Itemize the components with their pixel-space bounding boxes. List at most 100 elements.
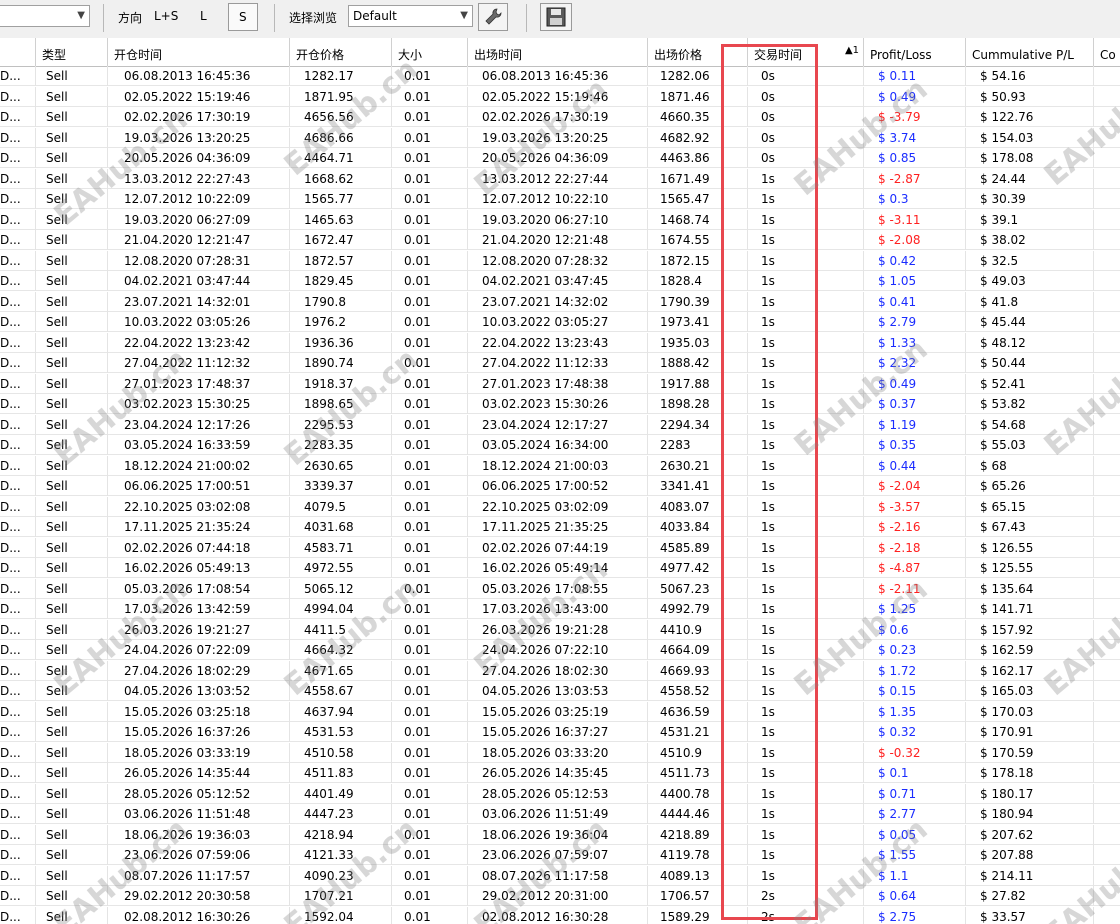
table-row[interactable]: D... Sell 03.05.2024 16:33:59 2283.35 0.01 03… <box>0 435 1120 455</box>
col-open-time[interactable]: 开仓时间 <box>108 38 290 66</box>
direction-option-ls[interactable]: L+S <box>154 9 178 23</box>
cell-open-price: 4656.56 <box>290 107 392 127</box>
cell-exit-price: 1790.39 <box>648 291 748 312</box>
wrench-button[interactable] <box>478 3 508 31</box>
cell-open-price: 1282.17 <box>290 66 392 86</box>
col-exit-time[interactable]: 出场时间 <box>468 38 648 66</box>
col-open-price[interactable]: 开仓价格 <box>290 38 392 66</box>
browse-select[interactable]: Default ▼ <box>348 5 473 27</box>
table-row[interactable]: D... Sell 18.06.2026 19:36:03 4218.94 0.01 18… <box>0 824 1120 845</box>
table-row[interactable]: D... Sell 17.03.2026 13:42:59 4994.04 0.01 17… <box>0 599 1120 619</box>
table-row[interactable]: D... Sell 02.05.2022 15:19:46 1871.95 0.01 02… <box>0 86 1120 107</box>
cell-type: Sell <box>36 824 108 845</box>
cell-open-price: 1592.04 <box>290 906 392 924</box>
cell-profit: $ 0.37 <box>864 394 966 414</box>
col-exit-price[interactable]: 出场价格 <box>648 38 748 66</box>
cell-exit-time: 02.02.2026 07:44:19 <box>468 537 648 558</box>
save-button[interactable] <box>540 3 572 31</box>
col-extra[interactable]: Co <box>1094 38 1120 66</box>
table-row[interactable]: D... Sell 19.03.2026 13:20:25 4686.66 0.01 19… <box>0 127 1120 148</box>
cell-extra <box>1094 804 1120 824</box>
table-row[interactable]: D... Sell 23.07.2021 14:32:01 1790.8 0.01 23.… <box>0 291 1120 312</box>
table-row[interactable]: D... Sell 02.02.2026 17:30:19 4656.56 0.01 02… <box>0 107 1120 127</box>
cell-symbol: D... <box>0 660 36 681</box>
table-row[interactable]: D... Sell 18.05.2026 03:33:19 4510.58 0.01 18… <box>0 742 1120 763</box>
table-row[interactable]: D... Sell 21.04.2020 12:21:47 1672.47 0.01 21… <box>0 230 1120 250</box>
cell-extra <box>1094 640 1120 660</box>
cell-open-time: 12.08.2020 07:28:31 <box>108 250 290 271</box>
table-row[interactable]: D... Sell 29.02.2012 20:30:58 1707.21 0.01 29… <box>0 886 1120 906</box>
cell-open-price: 4510.58 <box>290 742 392 763</box>
cell-exit-price: 4669.93 <box>648 660 748 681</box>
cell-duration: 2s <box>748 886 864 906</box>
table-row[interactable]: D... Sell 13.03.2012 22:27:43 1668.62 0.01 13… <box>0 168 1120 189</box>
col-duration[interactable]: 交易时间 ▲1 <box>748 38 864 66</box>
col-type[interactable]: 类型 <box>36 38 108 66</box>
table-row[interactable]: D... Sell 26.03.2026 19:21:27 4411.5 0.01 26.… <box>0 619 1120 640</box>
table-row[interactable]: D... Sell 15.05.2026 03:25:18 4637.94 0.01 15… <box>0 701 1120 722</box>
table-row[interactable]: D... Sell 17.11.2025 21:35:24 4031.68 0.01 17… <box>0 517 1120 537</box>
table-row[interactable]: D... Sell 27.04.2026 18:02:29 4671.65 0.01 27… <box>0 660 1120 681</box>
table-row[interactable]: D... Sell 04.05.2026 13:03:52 4558.67 0.01 04… <box>0 681 1120 701</box>
cell-extra <box>1094 189 1120 209</box>
table-row[interactable]: D... Sell 26.05.2026 14:35:44 4511.83 0.01 26… <box>0 763 1120 783</box>
table-row[interactable]: D... Sell 02.08.2012 16:30:26 1592.04 0.01 02… <box>0 906 1120 924</box>
cell-profit: $ 1.05 <box>864 271 966 291</box>
col-profit[interactable]: Profit/Loss <box>864 38 966 66</box>
direction-option-l[interactable]: L <box>200 9 207 23</box>
table-row[interactable]: D... Sell 05.03.2026 17:08:54 5065.12 0.01 05… <box>0 578 1120 599</box>
cell-type: Sell <box>36 127 108 148</box>
cell-exit-time: 10.03.2022 03:05:27 <box>468 312 648 332</box>
col-cumulative[interactable]: Cummulative P/L <box>966 38 1094 66</box>
table-row[interactable]: D... Sell 16.02.2026 05:49:13 4972.55 0.01 16… <box>0 558 1120 578</box>
col-symbol[interactable] <box>0 38 36 66</box>
floppy-disk-icon <box>546 7 566 27</box>
table-row[interactable]: D... Sell 04.02.2021 03:47:44 1829.45 0.01 04… <box>0 271 1120 291</box>
cell-open-time: 15.05.2026 03:25:18 <box>108 701 290 722</box>
table-row[interactable]: D... Sell 22.10.2025 03:02:08 4079.5 0.01 22.… <box>0 496 1120 517</box>
cell-symbol: D... <box>0 517 36 537</box>
cell-exit-price: 4463.86 <box>648 148 748 168</box>
table-row[interactable]: D... Sell 28.05.2026 05:12:52 4401.49 0.01 28… <box>0 783 1120 804</box>
cell-size: 0.01 <box>392 435 468 455</box>
table-row[interactable]: D... Sell 19.03.2020 06:27:09 1465.63 0.01 19… <box>0 209 1120 230</box>
table-row[interactable]: D... Sell 18.12.2024 21:00:02 2630.65 0.01 18… <box>0 455 1120 476</box>
cell-cumulative: $ 39.1 <box>966 209 1094 230</box>
table-row[interactable]: D... Sell 03.06.2026 11:51:48 4447.23 0.01 03… <box>0 804 1120 824</box>
table-row[interactable]: D... Sell 23.04.2024 12:17:26 2295.53 0.01 23… <box>0 414 1120 435</box>
cell-open-time: 02.05.2022 15:19:46 <box>108 86 290 107</box>
cell-duration: 1s <box>748 455 864 476</box>
table-row[interactable]: D... Sell 08.07.2026 11:17:57 4090.23 0.01 08… <box>0 865 1120 886</box>
cell-type: Sell <box>36 742 108 763</box>
cell-type: Sell <box>36 517 108 537</box>
table-row[interactable]: D... Sell 24.04.2026 07:22:09 4664.32 0.01 24… <box>0 640 1120 660</box>
table-row[interactable]: D... Sell 03.02.2023 15:30:25 1898.65 0.01 03… <box>0 394 1120 414</box>
cell-type: Sell <box>36 496 108 517</box>
cell-open-time: 20.05.2026 04:36:09 <box>108 148 290 168</box>
table-row[interactable]: D... Sell 06.06.2025 17:00:51 3339.37 0.01 06… <box>0 476 1120 496</box>
cell-symbol: D... <box>0 496 36 517</box>
table-row[interactable]: D... Sell 02.02.2026 07:44:18 4583.71 0.01 02… <box>0 537 1120 558</box>
cell-type: Sell <box>36 250 108 271</box>
table-row[interactable]: D... Sell 23.06.2026 07:59:06 4121.33 0.01 23… <box>0 845 1120 865</box>
direction-option-s-button[interactable]: S <box>228 3 258 31</box>
table-row[interactable]: D... Sell 20.05.2026 04:36:09 4464.71 0.01 20… <box>0 148 1120 168</box>
cell-symbol: D... <box>0 291 36 312</box>
table-row[interactable]: D... Sell 15.05.2026 16:37:26 4531.53 0.01 15… <box>0 722 1120 742</box>
cell-extra <box>1094 435 1120 455</box>
symbol-select[interactable]: ▼ <box>0 5 90 27</box>
table-row[interactable]: D... Sell 12.07.2012 10:22:09 1565.77 0.01 12… <box>0 189 1120 209</box>
table-row[interactable]: D... Sell 10.03.2022 03:05:26 1976.2 0.01 10.… <box>0 312 1120 332</box>
cell-type: Sell <box>36 763 108 783</box>
table-row[interactable]: D... Sell 27.04.2022 11:12:32 1890.74 0.01 27… <box>0 353 1120 373</box>
table-row[interactable]: D... Sell 27.01.2023 17:48:37 1918.37 0.01 27… <box>0 373 1120 394</box>
cell-cumulative: $ 170.59 <box>966 742 1094 763</box>
cell-open-price: 1976.2 <box>290 312 392 332</box>
table-row[interactable]: D... Sell 12.08.2020 07:28:31 1872.57 0.01 12… <box>0 250 1120 271</box>
cell-open-price: 4079.5 <box>290 496 392 517</box>
table-row[interactable]: D... Sell 22.04.2022 13:23:42 1936.36 0.01 22… <box>0 332 1120 353</box>
cell-open-time: 03.06.2026 11:51:48 <box>108 804 290 824</box>
cell-cumulative: $ 126.55 <box>966 537 1094 558</box>
col-size[interactable]: 大小 <box>392 38 468 66</box>
table-row[interactable]: D... Sell 06.08.2013 16:45:36 1282.17 0.01 06… <box>0 66 1120 86</box>
